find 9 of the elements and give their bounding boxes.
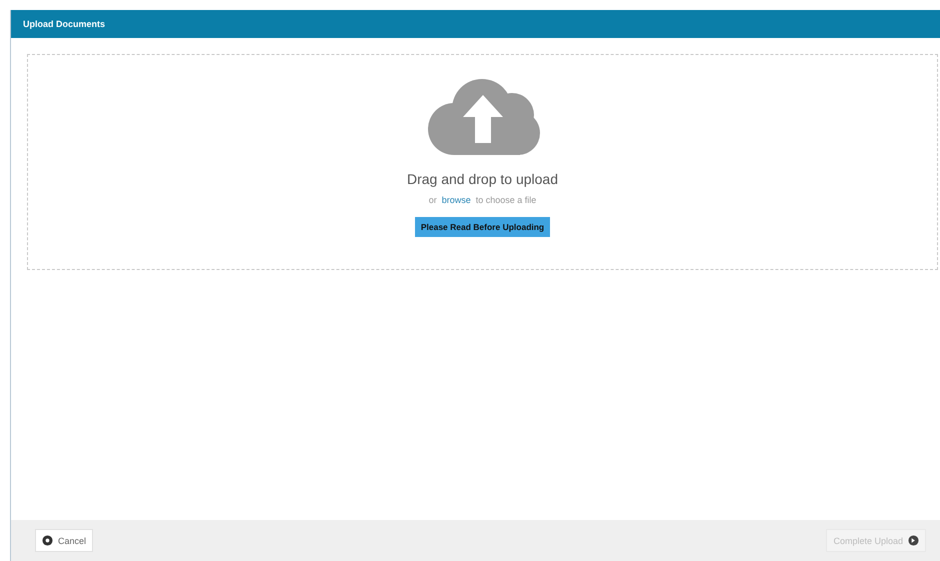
window-title: Upload Documents: [23, 19, 106, 29]
cancel-button[interactable]: Cancel: [35, 529, 94, 552]
or-text: or: [428, 195, 437, 205]
drop-zone[interactable]: Drag and drop to upload or browse to choose a file Please Read Before Uploading: [27, 54, 938, 270]
browse-link[interactable]: browse: [442, 195, 471, 205]
drop-heading: Drag and drop to upload: [407, 171, 558, 187]
arrow-circle-icon: [908, 535, 919, 546]
read-before-uploading-button[interactable]: Please Read Before Uploading: [414, 217, 550, 237]
choose-file-text: to choose a file: [476, 195, 536, 205]
